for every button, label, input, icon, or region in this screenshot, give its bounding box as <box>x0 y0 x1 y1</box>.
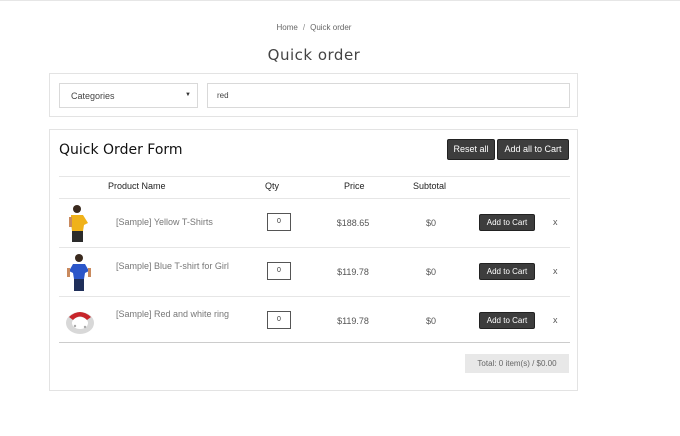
breadcrumb-current: Quick order <box>310 23 352 32</box>
blue-tshirt-model-icon[interactable] <box>63 252 97 292</box>
order-total: Total: 0 item(s) / $0.00 <box>465 354 569 373</box>
yellow-tshirt-model-icon[interactable] <box>63 203 97 243</box>
form-title: Quick Order Form <box>59 142 183 158</box>
table-row: [Sample] Blue T-shirt for Girl 0 $119.78… <box>59 248 570 297</box>
add-to-cart-button[interactable]: Add to Cart <box>479 312 535 329</box>
subtotal-value: $0 <box>425 316 436 326</box>
price-value: $119.78 <box>337 267 369 277</box>
qty-input[interactable]: 0 <box>267 311 291 329</box>
qty-input[interactable]: 0 <box>267 262 291 280</box>
remove-row-icon[interactable]: x <box>553 315 558 325</box>
dropdown-caret-icon: ▼ <box>185 92 191 98</box>
red-white-ring-icon[interactable] <box>63 301 97 341</box>
table-bottom-divider <box>59 342 570 343</box>
breadcrumb-home[interactable]: Home <box>277 23 298 32</box>
category-select[interactable]: Categories ▼ <box>59 83 198 108</box>
product-name-link[interactable]: [Sample] Red and white ring <box>116 309 234 320</box>
column-header-name: Product Name <box>108 181 166 191</box>
page-title: Quick order <box>267 46 361 64</box>
column-header-subtotal: Subtotal <box>413 181 447 191</box>
price-value: $119.78 <box>337 316 369 326</box>
add-to-cart-button[interactable]: Add to Cart <box>479 214 535 231</box>
search-input[interactable]: red <box>207 83 570 108</box>
product-name-link[interactable]: [Sample] Yellow T-Shirts <box>116 217 234 228</box>
header-divider <box>59 176 570 177</box>
filter-panel: Categories ▼ red <box>49 73 578 117</box>
column-header-qty: Qty <box>265 181 280 191</box>
subtotal-value: $0 <box>425 267 436 277</box>
reset-all-button[interactable]: Reset all <box>447 139 495 160</box>
subtotal-value: $0 <box>425 218 436 228</box>
table-row: [Sample] Yellow T-Shirts 0 $188.65 $0 Ad… <box>59 199 570 248</box>
product-name-link[interactable]: [Sample] Blue T-shirt for Girl <box>116 261 234 272</box>
table-row: [Sample] Red and white ring 0 $119.78 $0… <box>59 297 570 346</box>
breadcrumb-separator: / <box>302 23 306 32</box>
breadcrumb: Home / Quick order <box>0 23 628 32</box>
quick-order-form: Quick Order Form Reset all Add all to Ca… <box>49 129 578 391</box>
qty-input[interactable]: 0 <box>267 213 291 231</box>
price-value: $188.65 <box>336 218 370 228</box>
remove-row-icon[interactable]: x <box>553 266 558 276</box>
add-all-to-cart-button[interactable]: Add all to Cart <box>497 139 569 160</box>
category-select-value: Categories <box>71 91 115 101</box>
add-to-cart-button[interactable]: Add to Cart <box>479 263 535 280</box>
remove-row-icon[interactable]: x <box>553 217 558 227</box>
top-divider <box>0 0 680 1</box>
column-header-price: Price <box>344 181 365 191</box>
